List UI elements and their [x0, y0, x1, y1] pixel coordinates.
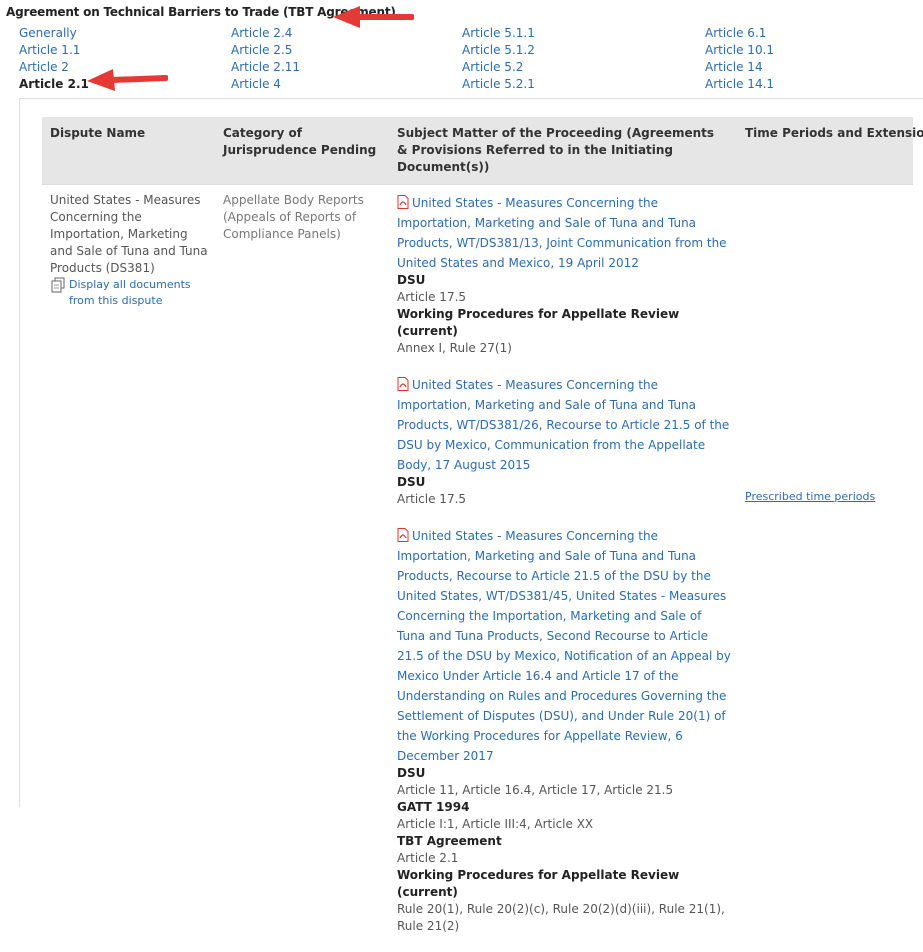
- agreement-provisions: Rule 20(1), Rule 20(2)(c), Rule 20(2)(d)…: [397, 902, 725, 933]
- document-link[interactable]: United States - Measures Concerning the …: [397, 196, 727, 270]
- document-entry: United States - Measures Concerning the …: [397, 192, 732, 357]
- nav-link-article-2[interactable]: Article 2: [19, 59, 89, 76]
- nav-link-article-14[interactable]: Article 14: [705, 59, 774, 76]
- agreement-name: TBT Agreement: [397, 834, 502, 848]
- document-entry: United States - Measures Concerning the …: [397, 374, 732, 508]
- nav-column-4: Article 6.1 Article 10.1 Article 14 Arti…: [705, 25, 774, 93]
- nav-link-article-5-2[interactable]: Article 5.2: [462, 59, 535, 76]
- nav-link-article-2-11[interactable]: Article 2.11: [231, 59, 300, 76]
- header-divider: [42, 184, 913, 185]
- agreement-provisions: Article 11, Article 16.4, Article 17, Ar…: [397, 783, 674, 797]
- agreement-provisions: Article 17.5: [397, 290, 467, 304]
- header-subject-matter: Subject Matter of the Proceeding (Agreem…: [397, 126, 715, 174]
- agreement-provisions: Article 17.5: [397, 492, 467, 506]
- display-all-documents-label: Display all documents from this dispute: [69, 278, 191, 307]
- jurisprudence-category: Appellate Body Reports (Appeals of Repor…: [223, 193, 364, 241]
- nav-link-article-14-1[interactable]: Article 14.1: [705, 76, 774, 93]
- dispute-name: United States - Measures Concerning the …: [50, 193, 208, 275]
- nav-link-article-5-1-2[interactable]: Article 5.1.2: [462, 42, 535, 59]
- nav-link-article-2-1-active[interactable]: Article 2.1: [19, 76, 89, 93]
- agreement-name: DSU: [397, 475, 426, 489]
- red-arrow-article: [87, 69, 168, 91]
- agreement-name: DSU: [397, 766, 426, 780]
- nav-column-3: Article 5.1.1 Article 5.1.2 Article 5.2 …: [462, 25, 535, 93]
- document-link[interactable]: United States - Measures Concerning the …: [397, 529, 731, 763]
- nav-link-article-10-1[interactable]: Article 10.1: [705, 42, 774, 59]
- header-dispute-name: Dispute Name: [50, 126, 146, 140]
- document-link[interactable]: United States - Measures Concerning the …: [397, 378, 729, 472]
- pdf-icon: [397, 376, 409, 391]
- nav-link-article-5-1-1[interactable]: Article 5.1.1: [462, 25, 535, 42]
- display-all-documents-link[interactable]: Display all documents from this dispute: [50, 277, 210, 309]
- nav-link-article-2-5[interactable]: Article 2.5: [231, 42, 300, 59]
- agreement-name: DSU: [397, 273, 426, 287]
- agreement-name: GATT 1994: [397, 800, 470, 814]
- agreement-name: Working Procedures for Appellate Review …: [397, 868, 680, 899]
- nav-column-1: Generally Article 1.1 Article 2 Article …: [19, 25, 89, 93]
- table-header: Dispute Name Category of Jurisprudence P…: [42, 117, 923, 184]
- documents-icon: [50, 277, 66, 298]
- agreement-provisions: Article I:1, Article III:4, Article XX: [397, 817, 594, 831]
- header-category: Category of Jurisprudence Pending: [223, 126, 377, 157]
- nav-link-generally[interactable]: Generally: [19, 25, 89, 42]
- nav-column-2: Article 2.4 Article 2.5 Article 2.11 Art…: [231, 25, 300, 93]
- agreement-provisions: Article 2.1: [397, 851, 459, 865]
- pdf-icon: [397, 527, 409, 542]
- document-entry: United States - Measures Concerning the …: [397, 525, 732, 935]
- subject-matter-cell: United States - Measures Concerning the …: [397, 192, 732, 952]
- prescribed-time-periods-link[interactable]: Prescribed time periods: [745, 490, 875, 503]
- nav-link-article-2-4[interactable]: Article 2.4: [231, 25, 300, 42]
- nav-link-article-4[interactable]: Article 4: [231, 76, 300, 93]
- agreement-name: Working Procedures for Appellate Review …: [397, 307, 680, 338]
- pdf-icon: [397, 194, 409, 209]
- agreement-provisions: Annex I, Rule 27(1): [397, 341, 512, 355]
- nav-link-article-1-1[interactable]: Article 1.1: [19, 42, 89, 59]
- nav-link-article-5-2-1[interactable]: Article 5.2.1: [462, 76, 535, 93]
- nav-link-article-6-1[interactable]: Article 6.1: [705, 25, 774, 42]
- header-time-periods: Time Periods and Extensions: [745, 126, 923, 140]
